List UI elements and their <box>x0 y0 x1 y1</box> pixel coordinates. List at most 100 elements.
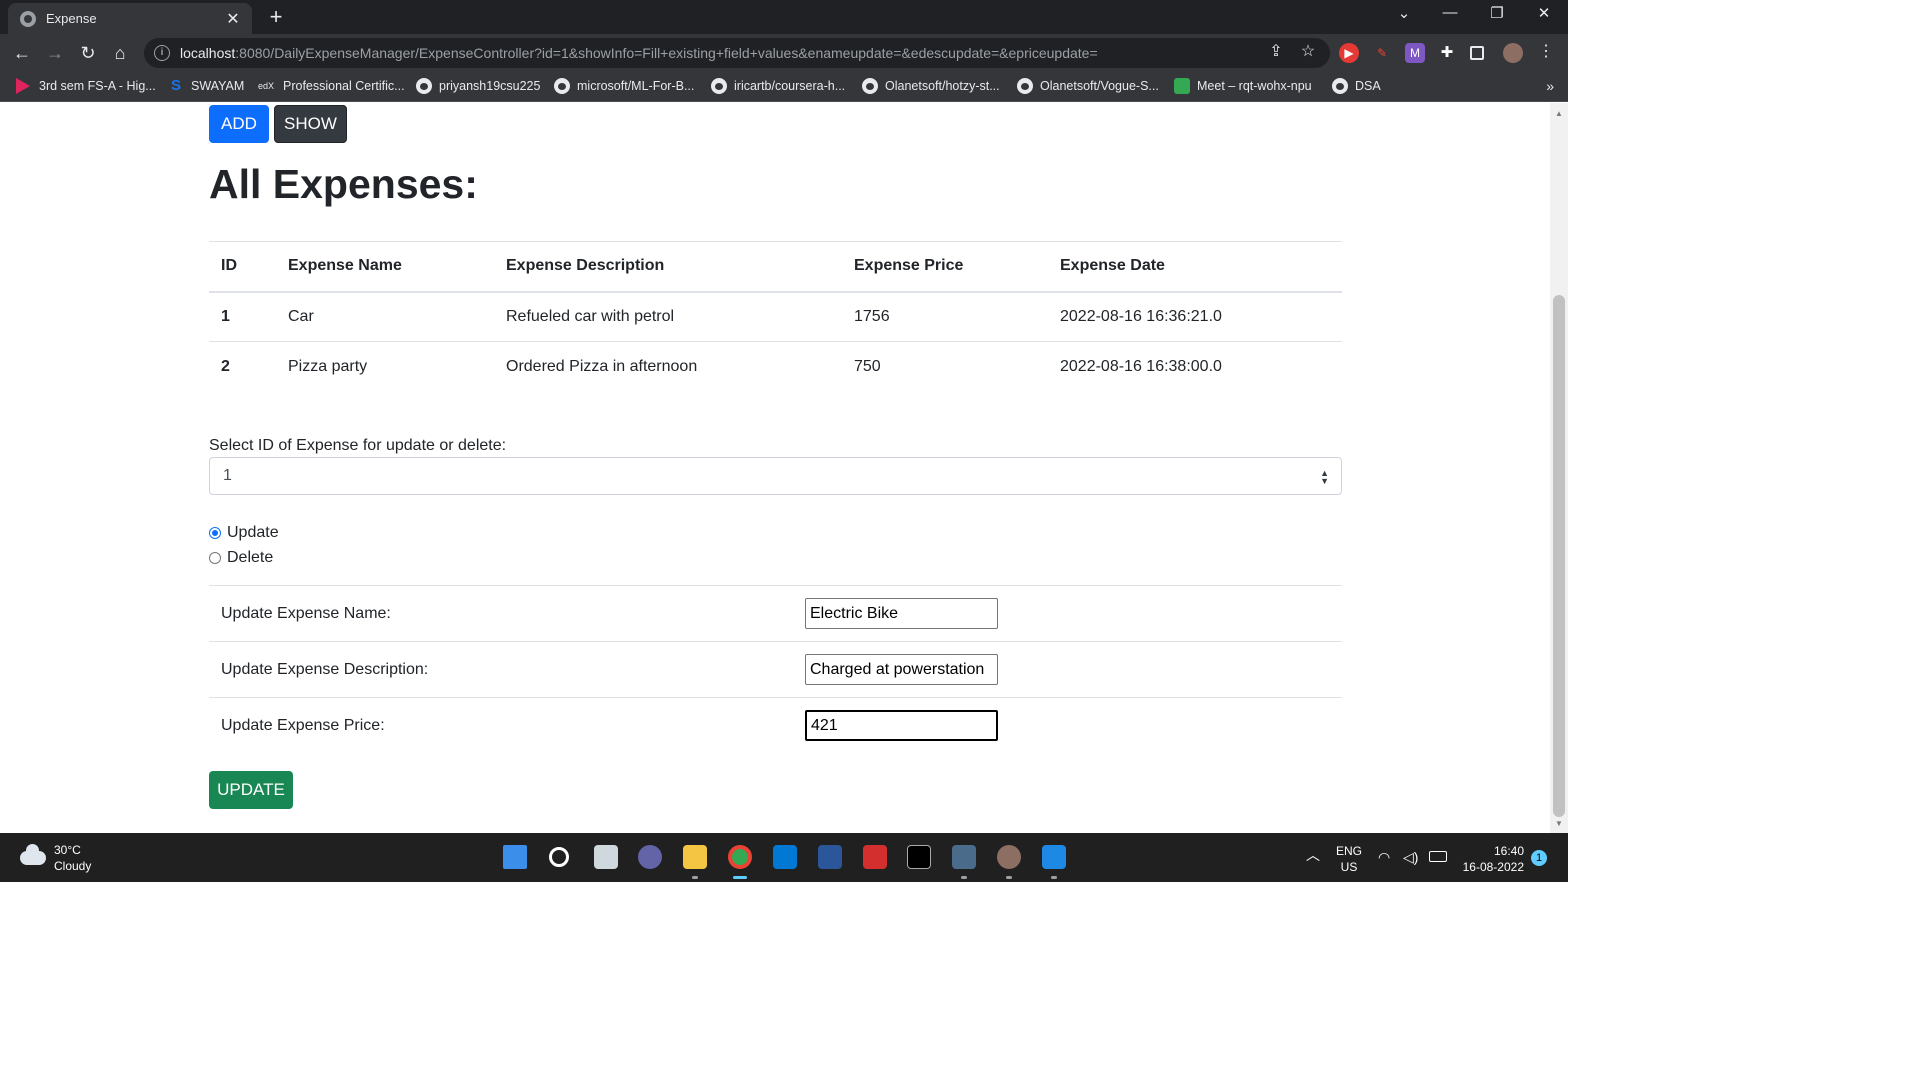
running-indicator <box>961 876 967 879</box>
photos-icon[interactable] <box>1042 845 1066 869</box>
expenses-table: ID Expense Name Expense Description Expe… <box>209 241 1342 392</box>
github-icon <box>1332 78 1348 94</box>
browser-tab-bar: Expense ✕ + ⌄ — ❐ ✕ <box>0 0 1568 34</box>
bookmark-item[interactable]: 3rd sem FS-A - Hig... <box>16 78 156 94</box>
tab-search-icon[interactable]: ⌄ <box>1392 4 1416 22</box>
settings-gear-icon[interactable] <box>997 845 1021 869</box>
show-button[interactable]: SHOW <box>274 105 347 143</box>
page-title: All Expenses: <box>209 161 478 207</box>
forward-icon[interactable]: → <box>42 41 68 67</box>
extensions-puzzle-icon[interactable]: ✚ <box>1437 43 1457 63</box>
reload-icon[interactable]: ↻ <box>75 41 101 67</box>
radio-update-option[interactable]: Update <box>209 524 279 542</box>
github-icon <box>711 78 727 94</box>
clock-date: 16-08-2022 <box>1462 860 1524 874</box>
task-view-icon[interactable] <box>594 845 618 869</box>
bookmark-item[interactable]: Olanetsoft/Vogue-S... <box>1017 78 1159 94</box>
bookmark-item[interactable]: S SWAYAM <box>168 78 244 94</box>
acrobat-icon[interactable] <box>863 845 887 869</box>
terminal-icon[interactable] <box>907 845 931 869</box>
update-description-input[interactable] <box>805 654 998 685</box>
github-icon <box>554 78 570 94</box>
site-info-icon[interactable]: i <box>154 45 170 61</box>
restore-icon[interactable]: ❐ <box>1485 4 1509 22</box>
select-id-label: Select ID of Expense for update or delet… <box>209 437 507 454</box>
bookmark-item[interactable]: Meet – rqt-wohx-npu <box>1174 78 1312 94</box>
url-text: localhost:8080/DailyExpenseManager/Expen… <box>180 45 1098 61</box>
cell-name: Pizza party <box>276 341 494 392</box>
youtube-triangle-icon <box>16 78 30 94</box>
new-tab-icon[interactable]: + <box>264 4 288 30</box>
mysql-workbench-icon[interactable] <box>952 845 976 869</box>
scroll-up-icon[interactable]: ▲ <box>1554 109 1564 118</box>
bookmark-star-icon[interactable]: ☆ <box>1298 41 1318 61</box>
language-indicator[interactable]: ENG US <box>1336 843 1362 875</box>
cell-description: Refueled car with petrol <box>494 291 842 342</box>
radio-update[interactable] <box>209 527 221 539</box>
volume-icon[interactable]: ◁) <box>1403 849 1418 865</box>
profile-avatar[interactable] <box>1503 43 1523 63</box>
chevron-up-icon[interactable]: ︿ <box>1306 847 1320 863</box>
scroll-down-icon[interactable]: ▼ <box>1554 819 1564 828</box>
cell-price: 1756 <box>842 291 1048 342</box>
bookmark-item[interactable]: edX Professional Certific... <box>258 78 405 94</box>
update-price-input[interactable] <box>805 710 998 742</box>
teams-chat-icon[interactable] <box>638 845 662 869</box>
github-icon <box>416 78 432 94</box>
window-close-icon[interactable]: ✕ <box>1532 4 1556 22</box>
address-bar[interactable]: i localhost:8080/DailyExpenseManager/Exp… <box>144 38 1330 68</box>
windows-start-icon[interactable] <box>503 845 527 869</box>
file-explorer-icon[interactable] <box>683 845 707 869</box>
scrollbar-thumb[interactable] <box>1553 295 1565 817</box>
cell-id: 2 <box>209 341 276 392</box>
bookmark-item[interactable]: Olanetsoft/hotzy-st... <box>862 78 1000 94</box>
globe-icon <box>20 10 36 27</box>
cell-price: 750 <box>842 341 1048 392</box>
table-row: 2 Pizza party Ordered Pizza in afternoon… <box>209 341 1342 392</box>
browser-tab[interactable]: Expense ✕ <box>8 3 252 34</box>
share-icon[interactable]: ⇪ <box>1266 41 1286 61</box>
side-panel-icon[interactable] <box>1470 46 1484 60</box>
expense-id-select[interactable]: 1 ▲ ▼ <box>209 457 1342 495</box>
bookmark-item[interactable]: iricartb/coursera-h... <box>711 78 845 94</box>
menu-kebab-icon[interactable]: ⋮ <box>1536 41 1556 61</box>
clock-time: 16:40 <box>1493 844 1524 858</box>
bookmarks-bar: 3rd sem FS-A - Hig... S SWAYAM edX Profess… <box>0 72 1568 102</box>
wifi-icon[interactable]: ◠ <box>1378 849 1390 865</box>
bookmark-item[interactable]: microsoft/ML-For-B... <box>554 78 694 94</box>
chrome-icon[interactable] <box>728 845 752 869</box>
add-button[interactable]: ADD <box>209 105 269 143</box>
radio-delete[interactable] <box>209 552 221 564</box>
extension-m-icon[interactable]: M <box>1405 43 1425 63</box>
vscode-icon[interactable] <box>773 845 797 869</box>
back-icon[interactable]: ← <box>9 41 35 67</box>
battery-icon[interactable] <box>1429 851 1447 862</box>
cell-name: Car <box>276 291 494 342</box>
update-button[interactable]: UPDATE <box>209 771 293 809</box>
radio-delete-option[interactable]: Delete <box>209 549 273 567</box>
update-name-input[interactable] <box>805 598 998 629</box>
region-code: US <box>1340 860 1358 874</box>
weather-widget[interactable]: 30°C Cloudy <box>20 842 91 874</box>
cell-date: 2022-08-16 16:38:00.0 <box>1048 341 1342 392</box>
windows-taskbar: 30°C Cloudy ︿ ENG US ◠ ◁) 16:40 16-08-20… <box>0 833 1568 882</box>
minimize-icon[interactable]: — <box>1438 4 1462 21</box>
search-icon[interactable] <box>549 847 569 867</box>
running-indicator <box>692 876 698 879</box>
extension-pen-icon[interactable]: ✎ <box>1372 43 1392 63</box>
word-icon[interactable] <box>818 845 842 869</box>
notification-badge[interactable]: 1 <box>1531 850 1547 866</box>
clock[interactable]: 16:40 16-08-2022 <box>1460 843 1524 875</box>
home-icon[interactable]: ⌂ <box>107 41 133 67</box>
bookmark-item[interactable]: DSA <box>1332 78 1381 94</box>
extension-record-icon[interactable]: ▶ <box>1339 43 1359 63</box>
swayam-icon: S <box>170 77 181 94</box>
table-row: 1 Car Refueled car with petrol 1756 2022… <box>209 291 1342 342</box>
language-code: ENG <box>1336 844 1363 858</box>
radio-update-label: Update <box>227 524 279 541</box>
page-scrollbar[interactable]: ▲ ▼ <box>1550 103 1568 833</box>
update-description-row: Update Expense Description: <box>209 641 1342 698</box>
tab-close-icon[interactable]: ✕ <box>224 9 242 29</box>
bookmark-item[interactable]: priyansh19csu225 <box>416 78 540 94</box>
bookmarks-more-icon[interactable]: » <box>1546 78 1554 94</box>
